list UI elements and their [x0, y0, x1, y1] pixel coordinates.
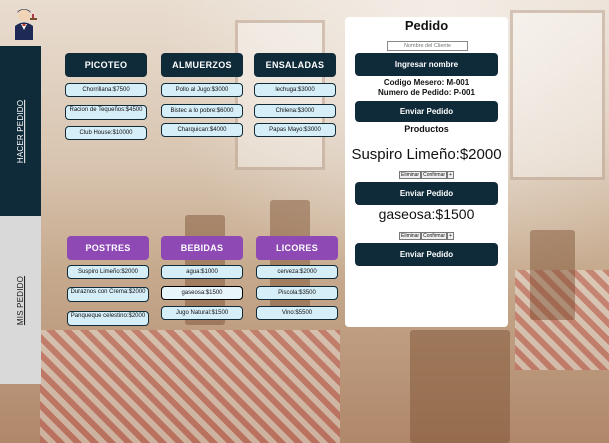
menu-item-button[interactable]: Suspiro Limeño:$2000 [67, 265, 149, 279]
menu-item-button[interactable]: Club House:$10000 [65, 126, 147, 140]
tab-hacer-pedido[interactable]: HACER PEDIDO [0, 46, 41, 216]
menu-item-button[interactable]: cerveza:$2000 [256, 265, 338, 279]
products-heading: Productos [404, 124, 449, 134]
order-item-controls: Eliminar Confirmar + [345, 232, 508, 240]
menu-item-button[interactable]: gaseosa:$1500 [161, 286, 243, 300]
tab-mis-pedido-label: MIS PEDIDO [16, 275, 25, 325]
waiter-logo-icon [15, 9, 37, 40]
background-chair [410, 330, 510, 443]
category-button-postres[interactable]: POSTRES [67, 236, 149, 260]
menu-item-button[interactable]: Chilena:$3000 [254, 104, 336, 118]
menu-item-button[interactable]: Piscola:$3500 [256, 286, 338, 300]
order-item-name: gaseosa:$1500 [378, 206, 475, 222]
confirm-item-button[interactable]: Confirmar [421, 171, 448, 179]
remove-item-button[interactable]: Eliminar [399, 232, 422, 240]
menu-item-button[interactable]: Panqueque celestino:$2000 [67, 311, 149, 326]
menu-item-button[interactable]: Racion de Tequeños:$4500 [65, 105, 147, 120]
category-button-almuerzos[interactable]: ALMUERZOS [161, 53, 243, 77]
order-number: Numero de Pedido: P-001 [378, 88, 475, 97]
menu-item-button[interactable]: Bistec a lo pobre:$6000 [161, 104, 243, 118]
plus-item-button[interactable]: + [447, 171, 454, 179]
order-panel-title: Pedido [404, 18, 449, 33]
menu-item-button[interactable]: lechuga:$3000 [254, 83, 336, 97]
remove-item-button[interactable]: Eliminar [399, 171, 422, 179]
background-table [40, 330, 340, 443]
menu-item-button[interactable]: Jugo Natural:$1500 [161, 306, 243, 320]
enter-name-button[interactable]: Ingresar nombre [355, 53, 498, 76]
send-order-button-item[interactable]: Enviar Pedido [355, 243, 498, 266]
send-order-button[interactable]: Enviar Pedido [355, 101, 498, 122]
category-button-bebidas[interactable]: BEBIDAS [161, 236, 243, 260]
order-item-name: Suspiro Limeño:$2000 [351, 146, 502, 163]
category-button-picoteo[interactable]: PICOTEO [65, 53, 147, 77]
background-window [510, 10, 605, 180]
order-item-controls: Eliminar Confirmar + [345, 171, 508, 179]
tab-hacer-pedido-label: HACER PEDIDO [16, 99, 25, 163]
background-chair [530, 230, 575, 320]
menu-item-button[interactable]: agua:$1000 [161, 265, 243, 279]
client-name-input[interactable] [387, 41, 468, 51]
menu-item-button[interactable]: Vino:$5500 [256, 306, 338, 320]
tab-mis-pedido[interactable]: MIS PEDIDO [0, 216, 41, 384]
plus-item-button[interactable]: + [447, 232, 454, 240]
menu-item-button[interactable]: Chorrillana:$7500 [65, 83, 147, 97]
menu-item-button[interactable]: Pollo al Jugo:$3000 [161, 83, 243, 97]
waiter-code: Codigo Mesero: M-001 [383, 78, 470, 87]
confirm-item-button[interactable]: Confirmar [421, 232, 448, 240]
background-chair [270, 200, 310, 320]
send-order-button-item[interactable]: Enviar Pedido [355, 182, 498, 205]
category-button-ensaladas[interactable]: ENSALADAS [254, 53, 336, 77]
menu-item-button[interactable]: Charquican:$4000 [161, 123, 243, 137]
category-button-licores[interactable]: LICORES [256, 236, 338, 260]
menu-item-button[interactable]: Papas Mayo:$3000 [254, 123, 336, 137]
menu-item-button[interactable]: Duraznos con Crema:$2000 [67, 287, 149, 302]
